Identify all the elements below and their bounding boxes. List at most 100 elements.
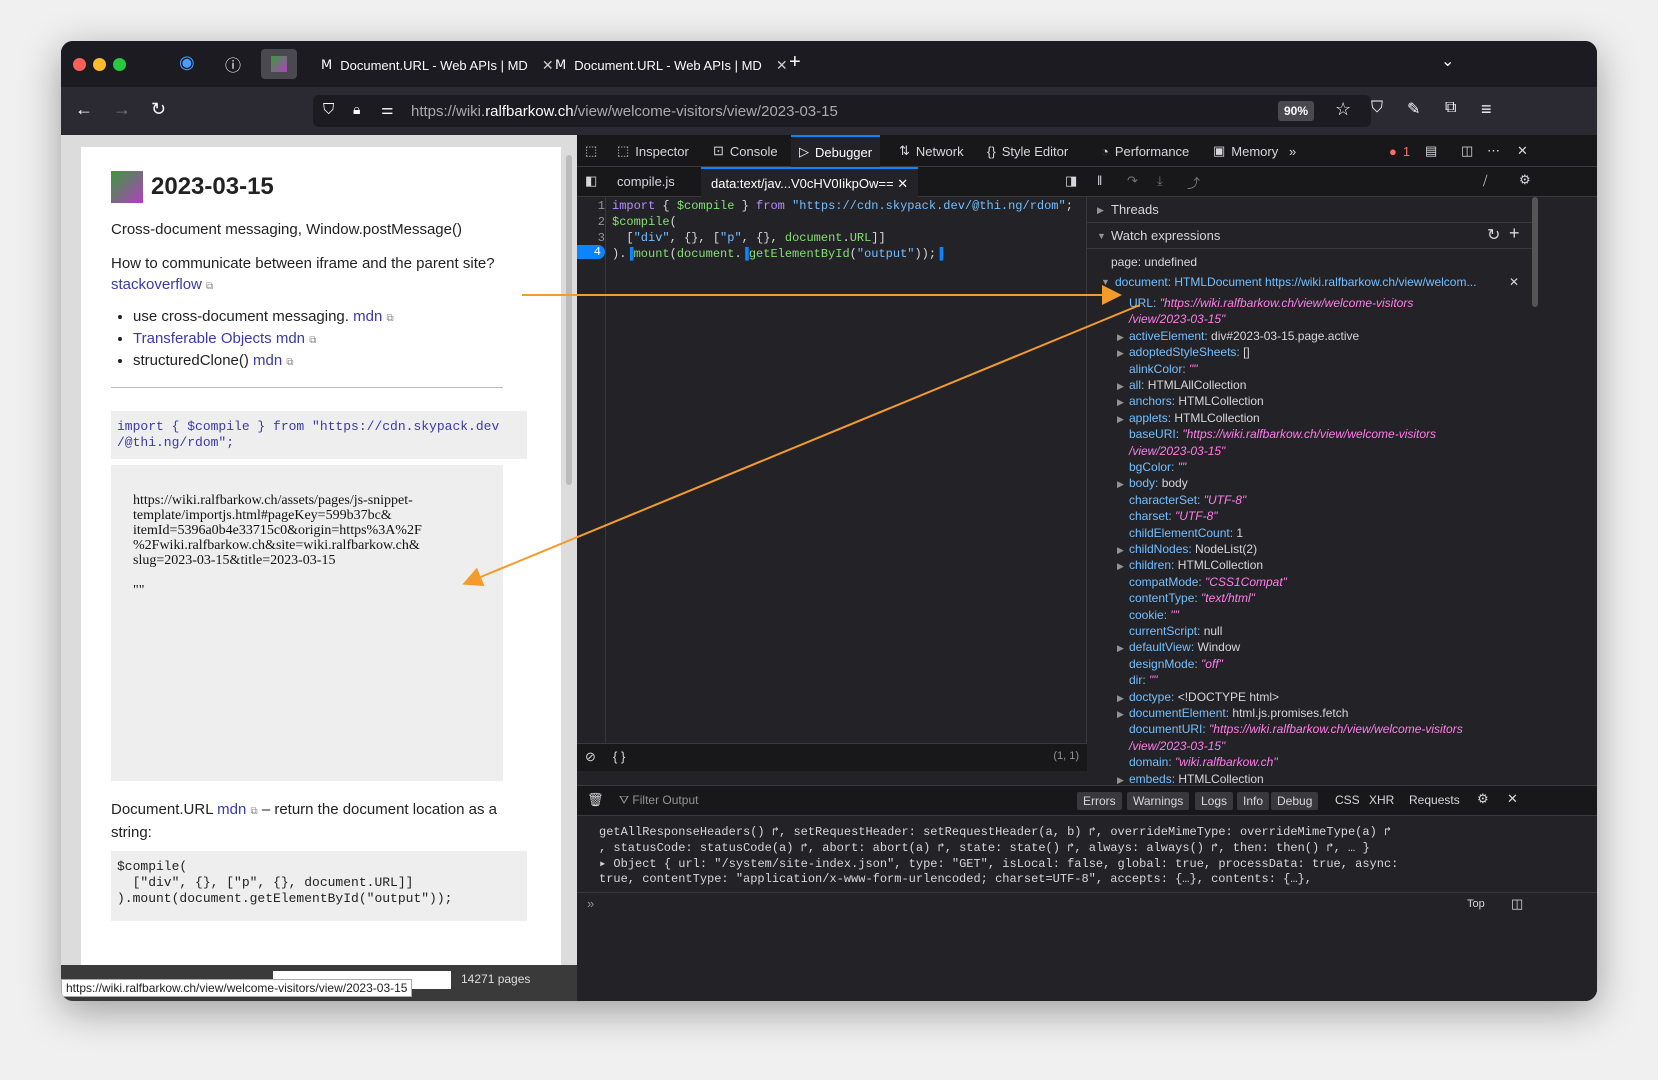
minimize-window-button[interactable] xyxy=(93,58,106,71)
forward-icon[interactable]: → xyxy=(113,99,131,120)
tab-inspector[interactable]: ⬚ Inspector xyxy=(617,135,689,167)
watch-section-header[interactable]: ▼ Watch expressions ↻ + xyxy=(1087,223,1537,249)
stackoverflow-link[interactable]: stackoverflow xyxy=(111,276,202,293)
step-in-icon[interactable]: ⤓ xyxy=(1157,173,1163,189)
pinned-tab[interactable] xyxy=(261,49,297,79)
lock-icon[interactable]: 🔒︎ xyxy=(353,101,360,118)
close-window-button[interactable] xyxy=(73,58,86,71)
property-row[interactable]: ▶ activeElement: div#2023-03-15.page.acti… xyxy=(1117,329,1359,343)
tab-document-url-1[interactable]: Ⅿ Document.URL - Web APIs | MD ✕ xyxy=(311,49,564,81)
breakpoint-line-number[interactable]: 4 xyxy=(577,245,605,259)
toggle-breakpoints-icon[interactable]: ◨ xyxy=(1065,173,1077,189)
url-text[interactable]: https://wiki.ralfbarkow.ch/view/welcome-… xyxy=(411,103,838,120)
line-number[interactable]: 3 xyxy=(577,231,605,245)
mdn-link[interactable]: mdn xyxy=(276,330,305,347)
zoom-window-button[interactable] xyxy=(113,58,126,71)
extensions-icon[interactable]: ⧉ xyxy=(1445,99,1456,117)
expand-icon[interactable]: ▶ xyxy=(1117,479,1124,490)
property-row[interactable]: ▶ anchors: HTMLCollection xyxy=(1117,394,1264,408)
settings-gear-icon[interactable]: ⚙ xyxy=(1519,172,1531,188)
tab-performance[interactable]: ◔ Performance xyxy=(1101,135,1189,167)
console-line[interactable]: ▸ Object { url: "/system/site-index.json… xyxy=(599,856,1398,871)
deactivate-breakpoints-icon[interactable]: ⧸ xyxy=(1483,173,1487,189)
tab-console[interactable]: ⊡ Console xyxy=(713,135,778,167)
pretty-print-icon[interactable]: { } xyxy=(613,749,625,764)
line-number[interactable]: 1 xyxy=(577,199,605,213)
new-tab-button[interactable]: + xyxy=(789,51,801,74)
error-count-badge[interactable]: ● 1 xyxy=(1389,135,1410,167)
filter-requests[interactable]: Requests xyxy=(1409,793,1460,807)
expand-icon[interactable]: ▶ xyxy=(1117,397,1124,408)
property-row[interactable]: ▶ documentElement: html.js.promises.fetch xyxy=(1117,706,1348,720)
property-row[interactable]: ▶ embeds: HTMLCollection xyxy=(1117,772,1264,786)
filter-info[interactable]: Info xyxy=(1237,792,1270,810)
context-selector[interactable]: Top xyxy=(1467,898,1485,910)
pause-icon[interactable]: ‖ xyxy=(1097,173,1102,188)
expand-icon[interactable]: ▶ xyxy=(1117,561,1124,572)
mdn-link[interactable]: mdn xyxy=(253,352,282,369)
reload-icon[interactable]: ↻ xyxy=(151,99,166,120)
property-row[interactable]: ▶ body: body xyxy=(1117,476,1188,490)
page-scrollbar[interactable] xyxy=(566,155,572,485)
property-row[interactable]: ▶ all: HTMLAllCollection xyxy=(1117,378,1246,392)
code-editor[interactable]: 1 2 3 4 import { $compile } from "https:… xyxy=(577,197,1087,771)
element-picker-icon[interactable]: ⬚ xyxy=(585,135,597,167)
tab-network[interactable]: ⇅ Network xyxy=(899,135,964,167)
property-row[interactable]: ▶ defaultView: Window xyxy=(1117,640,1240,654)
close-devtools-icon[interactable]: ✕ xyxy=(1517,135,1528,167)
firefox-view-icon[interactable]: ◉ xyxy=(179,52,195,73)
url-bar[interactable]: ⛉ 🔒︎ ⚌ https://wiki.ralfbarkow.ch/view/w… xyxy=(313,95,1371,127)
add-watch-icon[interactable]: + xyxy=(1509,223,1520,244)
split-console-icon[interactable]: ▤ xyxy=(1425,135,1437,167)
property-row[interactable]: ▶ doctype: <!DOCTYPE html> xyxy=(1117,690,1279,704)
mdn-link[interactable]: mdn xyxy=(353,308,382,325)
filter-output-input[interactable]: ⛛ Filter Output xyxy=(619,793,698,808)
close-tab-icon[interactable]: ✕ xyxy=(776,57,788,74)
filter-debug[interactable]: Debug xyxy=(1271,792,1319,810)
remove-watch-icon[interactable]: ✕ xyxy=(1509,275,1519,289)
zoom-level[interactable]: 90% xyxy=(1278,101,1315,121)
console-settings-icon[interactable]: ⚙ xyxy=(1477,791,1489,807)
close-source-tab-icon[interactable]: ✕ xyxy=(897,176,908,191)
back-icon[interactable]: ← xyxy=(75,99,93,120)
close-console-icon[interactable]: ✕ xyxy=(1507,791,1518,807)
line-number[interactable]: 2 xyxy=(577,215,605,229)
bookmark-star-icon[interactable]: ☆ xyxy=(1335,99,1351,120)
property-row[interactable]: ▶ adoptedStyleSheets: [] xyxy=(1117,345,1250,359)
editor-mode-icon[interactable]: ◫ xyxy=(1511,896,1523,912)
dock-icon[interactable]: ◫ xyxy=(1461,135,1473,167)
tab-style-editor[interactable]: {} Style Editor xyxy=(987,135,1068,167)
source-tab-data-url[interactable]: data:text/jav...V0cHV0IikpOw== ✕ xyxy=(701,167,919,197)
tab-list-chevron-icon[interactable]: ⌄ xyxy=(1441,51,1454,71)
mdn-link[interactable]: mdn xyxy=(217,801,246,818)
console-prompt-icon[interactable]: » xyxy=(587,896,594,911)
permissions-icon[interactable]: ⚌ xyxy=(381,101,394,118)
threads-section[interactable]: ▶ Threads xyxy=(1087,197,1537,223)
tab-memory[interactable]: ▣ Memory xyxy=(1213,135,1278,167)
filter-warnings[interactable]: Warnings xyxy=(1127,792,1190,810)
tab-debugger[interactable]: ▷ Debugger xyxy=(791,135,881,167)
expand-icon[interactable]: ▶ xyxy=(1117,381,1124,392)
step-out-icon[interactable]: ⤴ xyxy=(1187,173,1200,192)
expand-icon[interactable]: ▶ xyxy=(1117,414,1124,425)
transferable-objects-link[interactable]: Transferable Objects xyxy=(133,330,276,347)
toggle-sources-icon[interactable]: ◧ xyxy=(585,173,597,189)
menu-icon[interactable]: ≡ xyxy=(1481,99,1492,120)
filter-xhr[interactable]: XHR xyxy=(1369,793,1394,807)
property-row[interactable]: ▶ children: HTMLCollection xyxy=(1117,558,1263,572)
watch-document-row[interactable]: ▼ document: HTMLDocument https://wiki.ra… xyxy=(1101,275,1519,289)
filter-css[interactable]: CSS xyxy=(1335,793,1360,807)
expand-icon[interactable]: ▶ xyxy=(1117,709,1124,720)
expand-icon[interactable]: ▶ xyxy=(1117,693,1124,704)
property-row[interactable]: ▶ applets: HTMLCollection xyxy=(1117,411,1260,425)
step-over-icon[interactable]: ↷ xyxy=(1127,173,1138,189)
expand-icon[interactable]: ▶ xyxy=(1117,348,1124,359)
expand-icon[interactable]: ▶ xyxy=(1117,643,1124,654)
shield-icon[interactable]: ⛉ xyxy=(323,101,334,118)
pocket-icon[interactable]: ⛉ xyxy=(1371,99,1383,117)
source-tab-compile[interactable]: compile.js xyxy=(617,174,675,189)
expand-icon[interactable]: ▶ xyxy=(1117,332,1124,343)
sidebar-scrollbar[interactable] xyxy=(1532,197,1538,307)
refresh-icon[interactable]: ↻ xyxy=(1487,225,1500,245)
filter-errors[interactable]: Errors xyxy=(1077,792,1122,810)
